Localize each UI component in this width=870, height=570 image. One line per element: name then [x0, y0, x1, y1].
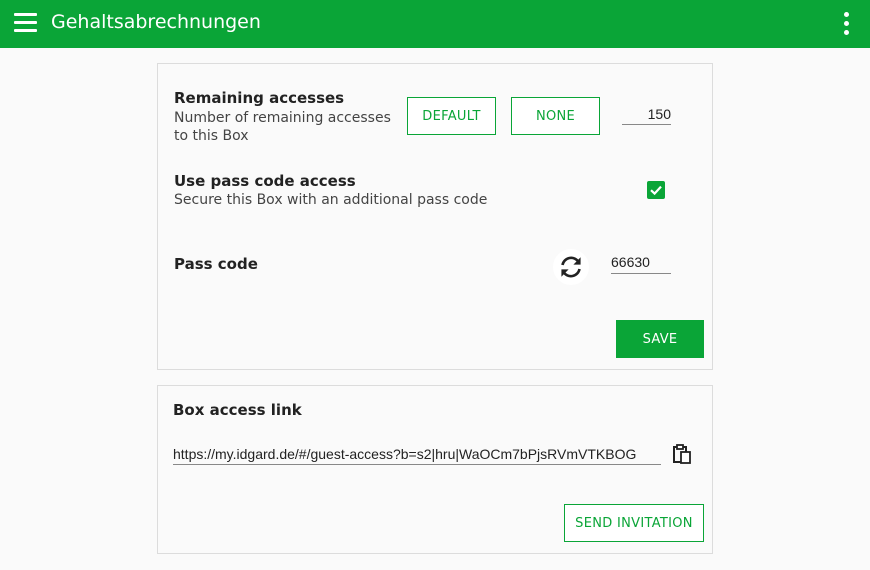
- access-settings-card: Remaining accesses Number of remaining a…: [157, 63, 713, 370]
- more-vert-icon[interactable]: [841, 12, 853, 36]
- pass-code-access-description: Secure this Box with an additional pass …: [174, 192, 488, 208]
- refresh-passcode-button[interactable]: [553, 249, 589, 285]
- save-button[interactable]: SAVE: [616, 320, 704, 358]
- clipboard-icon[interactable]: [671, 443, 693, 465]
- check-icon: [650, 185, 662, 196]
- default-button[interactable]: DEFAULT: [407, 97, 496, 135]
- pass-code-access-checkbox[interactable]: [647, 181, 665, 199]
- app-bar: Gehaltsabrechnungen: [0, 0, 870, 48]
- refresh-icon: [561, 256, 581, 278]
- send-invitation-button[interactable]: SEND INVITATION: [564, 504, 704, 542]
- menu-icon[interactable]: [14, 13, 37, 33]
- none-button[interactable]: NONE: [511, 97, 600, 135]
- pass-code-title: Pass code: [174, 255, 258, 273]
- remaining-accesses-description: Number of remaining accesses to this Box: [174, 110, 391, 144]
- pass-code-input[interactable]: [611, 251, 671, 274]
- remaining-accesses-input[interactable]: [622, 103, 671, 125]
- pass-code-access-title: Use pass code access: [174, 172, 356, 190]
- access-link-title: Box access link: [173, 401, 302, 419]
- remaining-accesses-title: Remaining accesses: [174, 89, 345, 107]
- access-link-card: Box access link SEND INVITATION: [157, 385, 713, 554]
- page-title: Gehaltsabrechnungen: [51, 11, 261, 33]
- access-link-input[interactable]: [173, 443, 661, 465]
